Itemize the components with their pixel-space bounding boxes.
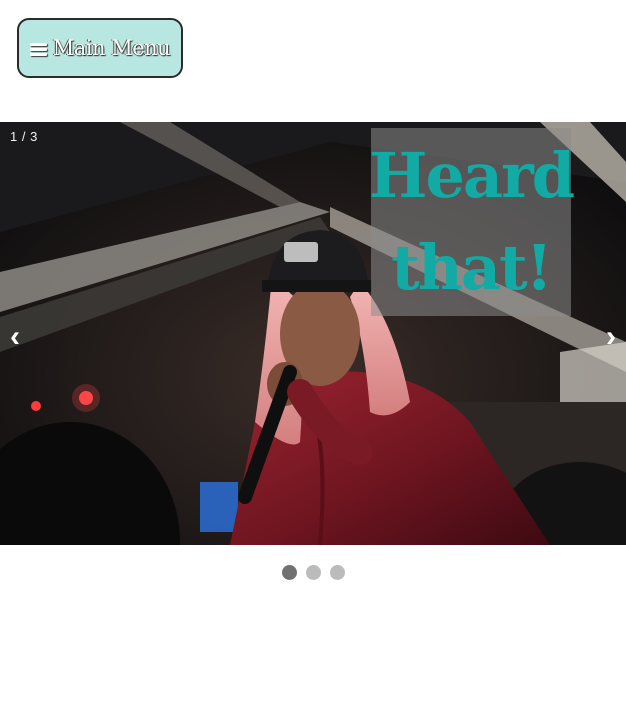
slide-caption: Heard that! <box>368 139 575 304</box>
hamburger-icon <box>29 43 47 56</box>
slide-dot-3[interactable] <box>329 565 345 580</box>
caption-box: Heard that! <box>368 128 575 316</box>
main-menu-button[interactable]: Main Menu <box>17 18 183 78</box>
slide-indicator-dots <box>0 565 626 580</box>
previous-slide-button[interactable]: ‹ <box>10 322 20 352</box>
slideshow: 1 / 3 Heard that! ‹ › <box>0 122 626 545</box>
slide-dot-1[interactable] <box>281 565 297 580</box>
slide-dot-2[interactable] <box>305 565 321 580</box>
next-slide-button[interactable]: › <box>606 322 616 352</box>
main-menu-label: Main Menu <box>52 36 171 60</box>
slide-counter: 1 / 3 <box>10 129 38 144</box>
